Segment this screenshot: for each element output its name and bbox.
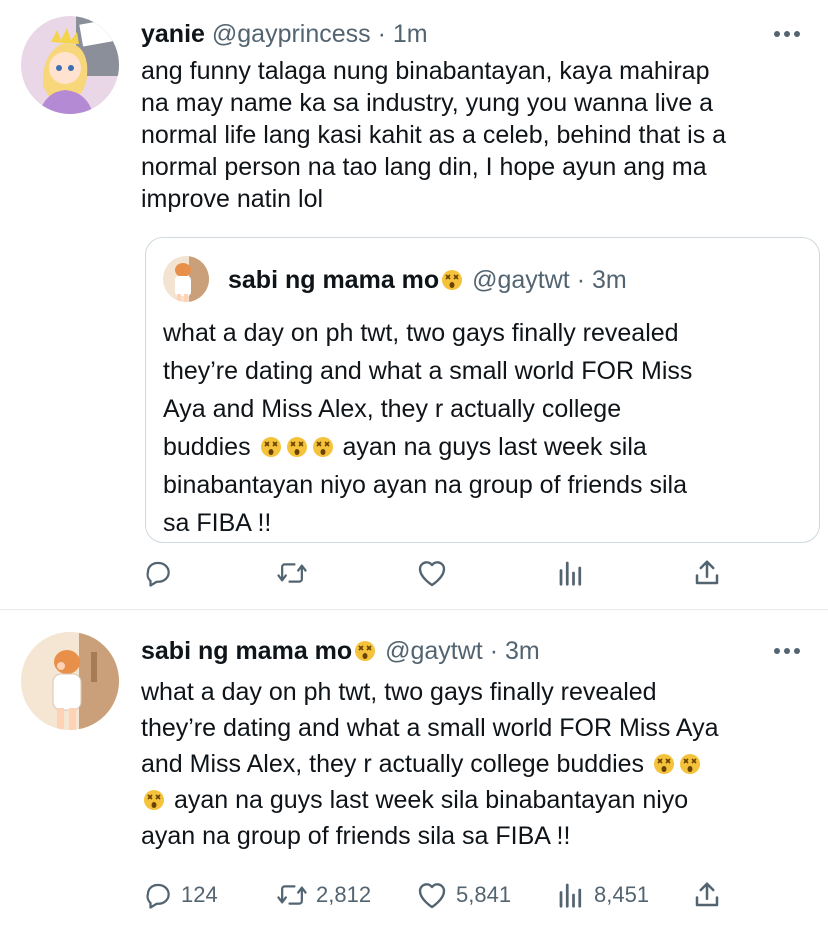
reply-icon xyxy=(146,883,170,909)
text-line: buddies ayan na guys last week sila xyxy=(163,428,803,466)
dizzy-face-emoji-icon xyxy=(654,754,675,774)
timestamp[interactable]: 3m xyxy=(505,637,540,665)
text-line: ang funny talaga nung binabantayan, kaya… xyxy=(141,57,710,85)
dizzy-face-emoji-icon xyxy=(260,437,281,457)
heart-icon xyxy=(418,883,446,909)
dizzy-face-emoji-icon xyxy=(442,270,463,290)
tweet-actions: 124 2,812 5,841 8,451 xyxy=(0,880,828,920)
views-button[interactable] xyxy=(556,558,586,588)
quoted-tweet[interactable]: sabi ng mama mo @gaytwt · 3m what a day … xyxy=(145,237,820,543)
tweet-2[interactable]: sabi ng mama mo @gaytwt · 3m what a day … xyxy=(0,610,828,929)
text-line: Aya and Miss Alex, they r actually colle… xyxy=(163,395,622,423)
text-line: ayan na guys last week sila binabantayan… xyxy=(141,782,801,818)
text-fragment: buddies xyxy=(163,433,251,461)
tweet-text: ang funny talaga nung binabantayan, kaya… xyxy=(141,55,801,215)
heart-icon xyxy=(418,561,446,587)
quoted-handle: @gaytwt xyxy=(472,266,570,294)
text-fragment: ayan na guys last week sila binabantayan… xyxy=(173,786,689,814)
tweet-1[interactable]: yanie @gayprincess · 1m ang funny talaga… xyxy=(0,0,828,609)
quoted-header: sabi ng mama mo @gaytwt · 3m xyxy=(228,266,627,295)
text-line: improve natin lol xyxy=(141,185,324,213)
dizzy-face-emoji-icon xyxy=(286,437,307,457)
separator-dot: · xyxy=(489,637,499,665)
view-count: 8,451 xyxy=(594,882,650,907)
timestamp[interactable]: 1m xyxy=(393,20,428,48)
text-fragment: ayan na guys last week sila xyxy=(342,433,647,461)
reply-count: 124 xyxy=(181,882,218,907)
share-icon xyxy=(695,882,719,907)
handle[interactable]: @gayprincess xyxy=(212,20,371,48)
avatar-image xyxy=(21,632,119,730)
handle[interactable]: @gaytwt xyxy=(385,637,483,665)
views-icon xyxy=(559,883,582,908)
text-line: normal life lang kasi kahit as a celeb, … xyxy=(141,121,727,149)
text-line: ayan na group of friends sila sa FIBA !! xyxy=(141,822,571,850)
avatar[interactable] xyxy=(21,632,119,730)
like-count: 5,841 xyxy=(456,882,512,907)
separator-dot: · xyxy=(576,266,586,294)
reply-button[interactable] xyxy=(143,558,173,588)
share-icon xyxy=(695,560,719,585)
tweet-actions xyxy=(0,558,828,598)
quoted-avatar xyxy=(163,256,209,302)
dizzy-face-emoji-icon xyxy=(680,754,701,774)
tweet-text: what a day on ph twt, two gays finally r… xyxy=(141,674,801,854)
share-button[interactable] xyxy=(692,558,722,588)
reply-icon xyxy=(146,561,170,587)
tweet-header: sabi ng mama mo @gaytwt · 3m xyxy=(141,637,540,666)
avatar[interactable] xyxy=(21,16,119,114)
views-icon xyxy=(559,561,582,586)
like-button[interactable] xyxy=(416,558,448,588)
quoted-text: what a day on ph twt, two gays finally r… xyxy=(163,314,803,542)
quoted-timestamp: 3m xyxy=(592,266,627,294)
text-line: what a day on ph twt, two gays finally r… xyxy=(141,678,657,706)
dizzy-face-emoji-icon xyxy=(355,641,376,661)
dizzy-face-emoji-icon xyxy=(312,437,333,457)
more-options-icon[interactable] xyxy=(774,648,800,656)
text-line: na may name ka sa industry, yung you wan… xyxy=(141,89,714,117)
like-button[interactable]: 5,841 xyxy=(416,880,511,910)
dizzy-face-emoji-icon xyxy=(144,790,164,810)
retweet-button[interactable]: 2,812 xyxy=(276,880,371,910)
separator-dot: · xyxy=(377,20,386,48)
text-fragment: and Miss Alex, they r actually college b… xyxy=(141,750,645,778)
more-options-icon[interactable] xyxy=(774,31,800,39)
views-button[interactable]: 8,451 xyxy=(556,880,649,910)
text-line: binabantayan niyo ayan na group of frien… xyxy=(163,471,687,499)
display-name[interactable]: yanie xyxy=(141,20,205,48)
text-line: and Miss Alex, they r actually college b… xyxy=(141,746,801,782)
retweet-count: 2,812 xyxy=(316,882,372,907)
text-line: normal person na tao lang din, I hope ay… xyxy=(141,153,707,181)
text-line: what a day on ph twt, two gays finally r… xyxy=(163,319,679,347)
retweet-icon xyxy=(277,563,307,583)
display-name[interactable]: sabi ng mama mo xyxy=(141,637,352,665)
quoted-display-name: sabi ng mama mo xyxy=(228,266,440,294)
share-button[interactable] xyxy=(692,880,722,910)
text-line: they’re dating and what a small world FO… xyxy=(141,714,719,742)
tweet-header: yanie @gayprincess · 1m xyxy=(141,20,428,49)
retweet-icon xyxy=(277,885,307,905)
text-line: sa FIBA !! xyxy=(163,509,272,537)
reply-button[interactable]: 124 xyxy=(143,880,218,910)
avatar-image xyxy=(21,16,119,114)
retweet-button[interactable] xyxy=(276,558,308,588)
text-line: they’re dating and what a small world FO… xyxy=(163,357,693,385)
